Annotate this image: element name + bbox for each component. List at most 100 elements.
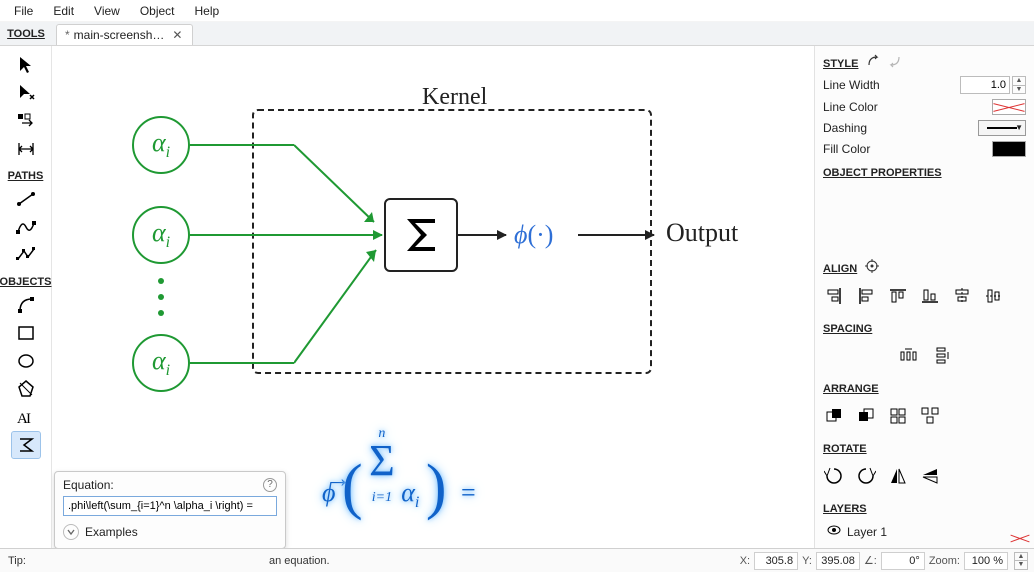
style-copy-icon[interactable] (866, 54, 880, 71)
sum-node (384, 198, 458, 272)
tab-main-screenshot[interactable]: * main-screensh… ✕ (56, 24, 193, 45)
dashing-select[interactable]: ▼ (978, 120, 1026, 136)
equation-popup-title: Equation: (63, 478, 114, 492)
spline-tool-icon[interactable] (12, 214, 40, 240)
left-toolbar: PATHS OBJECTS AI (0, 46, 52, 548)
style-paste-icon[interactable] (888, 54, 902, 71)
align-top-icon[interactable] (887, 285, 909, 307)
status-y-label: Y: (802, 555, 812, 567)
group-icon[interactable] (887, 405, 909, 427)
send-back-icon[interactable] (855, 405, 877, 427)
menu-file[interactable]: File (4, 0, 43, 22)
ungroup-icon[interactable] (919, 405, 941, 427)
tip-text: an equation. (269, 555, 330, 567)
tools-section-label: TOOLS (0, 22, 52, 45)
line-width-stepper[interactable]: ▲▼ (1012, 76, 1026, 94)
equation-help-icon[interactable]: ? (263, 478, 277, 492)
align-bottom-icon[interactable] (919, 285, 941, 307)
line-width-label: Line Width (823, 78, 880, 92)
edge-alpha2-arrow (294, 234, 382, 236)
zoom-stepper[interactable]: ▲▼ (1014, 552, 1028, 570)
layer-visibility-icon[interactable] (827, 523, 841, 540)
kernel-label: Kernel (422, 84, 487, 111)
rotate-ccw-icon[interactable] (855, 465, 877, 487)
rotate-section-title: ROTATE (823, 443, 1026, 455)
equation-input[interactable] (63, 496, 277, 516)
align-vcenter-icon[interactable] (983, 285, 1005, 307)
objects-section-label: OBJECTS (0, 276, 51, 288)
flip-v-icon[interactable] (919, 465, 941, 487)
status-zoom-label: Zoom: (929, 555, 960, 567)
fill-color-swatch[interactable] (992, 141, 1026, 157)
fill-color-label: Fill Color (823, 142, 870, 156)
status-zoom-value[interactable]: 100 % (964, 552, 1008, 570)
svg-text:I: I (26, 411, 31, 427)
align-left-icon[interactable] (855, 285, 877, 307)
distribute-h-icon[interactable] (898, 345, 920, 367)
tab-close-icon[interactable]: ✕ (170, 28, 184, 42)
line-width-input[interactable] (960, 76, 1010, 94)
equation-popup: Equation: ? Examples (54, 471, 286, 548)
alpha-ellipsis (158, 278, 164, 316)
phi-label: ϕ(·) (514, 220, 553, 250)
edge-alpha1-diag (294, 144, 384, 228)
dimension-tool-icon[interactable] (12, 136, 40, 162)
equation-tool-icon[interactable] (12, 432, 40, 458)
bring-front-icon[interactable] (823, 405, 845, 427)
menu-bar: File Edit View Object Help (0, 0, 1034, 22)
menu-edit[interactable]: Edit (43, 0, 84, 22)
object-properties-title: OBJECT PROPERTIES (823, 167, 1026, 179)
menu-object[interactable]: Object (130, 0, 185, 22)
alpha-node-n: αi (132, 334, 190, 392)
top-strip: TOOLS * main-screensh… ✕ (0, 22, 1034, 46)
pointer-tool-icon[interactable] (12, 52, 40, 78)
status-y-value[interactable]: 395.08 (816, 552, 860, 570)
bezier-shape-tool-icon[interactable] (12, 292, 40, 318)
edge-alphan-diag (294, 244, 386, 366)
spacing-section-title: SPACING (823, 323, 1026, 335)
tab-dirty-marker: * (65, 28, 70, 42)
tab-bar: * main-screensh… ✕ (56, 22, 193, 45)
status-angle-label: ∠: (864, 554, 877, 567)
rectangle-tool-icon[interactable] (12, 320, 40, 346)
layers-section-title: LAYERS (823, 503, 1026, 515)
shape-tool-icon[interactable] (12, 376, 40, 402)
sigma-icon (401, 215, 441, 255)
distribute-v-icon[interactable] (930, 345, 952, 367)
style-section-title: STYLE (823, 58, 858, 70)
alpha-node-2: αi (132, 206, 190, 264)
menu-view[interactable]: View (84, 0, 130, 22)
arrow-sum-phi (458, 234, 506, 236)
main-area: PATHS OBJECTS AI Kernel αi αi αi ϕ( (0, 46, 1034, 548)
line-color-swatch[interactable] (992, 99, 1026, 115)
rotate-cw-icon[interactable] (823, 465, 845, 487)
align-target-icon[interactable] (865, 259, 879, 276)
line-tool-icon[interactable] (12, 186, 40, 212)
status-angle-value[interactable]: 0° (881, 552, 925, 570)
align-section-title: ALIGN (823, 263, 857, 275)
status-x-value[interactable]: 305.8 (754, 552, 798, 570)
edge-alpha1-h (190, 144, 294, 146)
right-panel: STYLE Line Width ▲▼ Line Color Dashing ▼… (814, 46, 1034, 548)
polyline-tool-icon[interactable] (12, 242, 40, 268)
no-color-swatch[interactable] (1010, 529, 1030, 547)
big-formula[interactable]: →ϕ ( n Σ i=1 αi ) = (322, 416, 476, 517)
layer-row-0[interactable]: Layer 1 (823, 521, 1026, 542)
flip-h-icon[interactable] (887, 465, 909, 487)
status-x-label: X: (740, 555, 750, 567)
output-label: Output (666, 218, 738, 248)
text-tool-icon[interactable]: AI (12, 404, 40, 430)
align-right-icon[interactable] (823, 285, 845, 307)
edge-alphan-h (190, 362, 294, 364)
tab-title: main-screensh… (74, 28, 165, 42)
canvas[interactable]: Kernel αi αi αi ϕ(·) Output →ϕ ( n Σ (52, 46, 814, 548)
equation-examples-label: Examples (85, 525, 138, 539)
line-color-label: Line Color (823, 100, 878, 114)
menu-help[interactable]: Help (185, 0, 230, 22)
node-edit-tool-icon[interactable] (12, 80, 40, 106)
dashing-label: Dashing (823, 121, 867, 135)
move-tool-icon[interactable] (12, 108, 40, 134)
equation-examples-toggle-icon[interactable] (63, 524, 79, 540)
align-hcenter-icon[interactable] (951, 285, 973, 307)
ellipse-tool-icon[interactable] (12, 348, 40, 374)
